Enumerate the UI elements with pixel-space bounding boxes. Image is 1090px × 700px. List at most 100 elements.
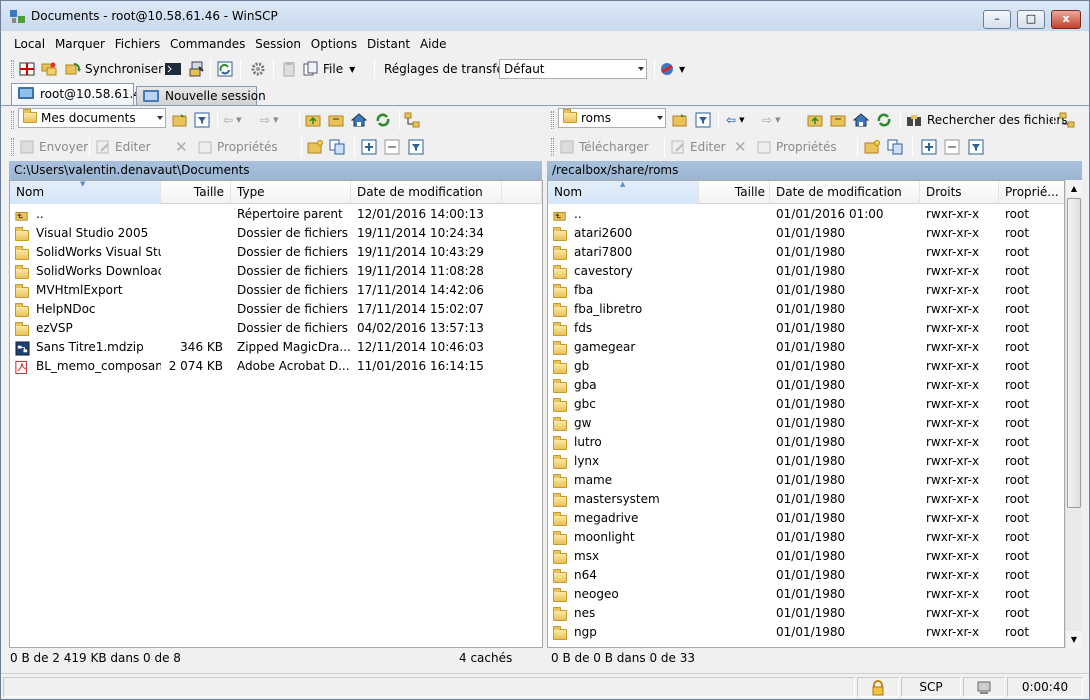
file-queue-button[interactable]: File ▼ (303, 59, 355, 79)
table-row[interactable]: mastersystem 01/01/1980 rwxr-xr-x root (548, 490, 1064, 509)
right-file-list[interactable]: Nom ▲ Taille Date de modification Droits … (547, 180, 1066, 648)
session-menu-button[interactable]: ▼ (659, 59, 685, 79)
right-parent-dir-button[interactable] (807, 110, 823, 130)
left-filter-select-button[interactable] (408, 137, 424, 157)
table-row[interactable]: ezVSP Dossier de fichiers 04/02/2016 13:57… (10, 319, 542, 338)
menu-distant[interactable]: Distant (364, 34, 413, 54)
table-row[interactable]: HelpNDoc Dossier de fichiers 17/11/2014 15… (10, 300, 542, 319)
right-filter-select-button[interactable] (968, 137, 984, 157)
right-tree-button[interactable] (1059, 110, 1075, 130)
left-open-folder-button[interactable] (172, 110, 188, 130)
menu-aide[interactable]: Aide (417, 34, 450, 54)
left-parent-dir-button[interactable] (305, 110, 321, 130)
left-new-folder-button[interactable] (307, 137, 323, 157)
table-row[interactable]: .. Répertoire parent 12/01/2016 14:00:13 (10, 205, 542, 224)
table-row[interactable]: ngp 01/01/1980 rwxr-xr-x root (548, 623, 1064, 642)
right-forward-button[interactable]: ⇨ ▼ (762, 110, 780, 130)
table-row[interactable]: fba 01/01/1980 rwxr-xr-x root (548, 281, 1064, 300)
left-properties-button[interactable]: Propriétés (197, 137, 278, 157)
left-col-type[interactable]: Type (231, 181, 351, 204)
right-col-rights[interactable]: Droits (920, 181, 999, 204)
right-filter-button[interactable] (695, 110, 711, 130)
scroll-down-arrow-icon[interactable]: ▼ (1066, 631, 1082, 648)
left-delete-button[interactable]: ✕ (175, 137, 188, 157)
left-refresh-button[interactable] (375, 110, 391, 130)
compare-directories-button[interactable] (19, 59, 35, 79)
table-row[interactable]: gamegear 01/01/1980 rwxr-xr-x root (548, 338, 1064, 357)
close-button[interactable]: x (1051, 10, 1081, 29)
table-row[interactable]: gb 01/01/1980 rwxr-xr-x root (548, 357, 1064, 376)
right-open-folder-button[interactable] (672, 110, 688, 130)
table-row[interactable]: fds 01/01/1980 rwxr-xr-x root (548, 319, 1064, 338)
menu-commandes[interactable]: Commandes (167, 34, 248, 54)
upload-button[interactable]: Envoyer (19, 137, 88, 157)
console-button[interactable] (165, 59, 181, 79)
table-row[interactable]: atari2600 01/01/1980 rwxr-xr-x root (548, 224, 1064, 243)
right-delete-button[interactable]: ✕ (734, 137, 747, 157)
right-select-button[interactable] (921, 137, 937, 157)
left-col-size[interactable]: Taille (161, 181, 231, 204)
left-select-button[interactable] (361, 137, 377, 157)
right-root-dir-button[interactable] (830, 110, 846, 130)
table-row[interactable]: gba 01/01/1980 rwxr-xr-x root (548, 376, 1064, 395)
clipboard-button[interactable] (281, 59, 297, 79)
menu-fichiers[interactable]: Fichiers (112, 34, 163, 54)
left-edit-button[interactable]: Editer (95, 137, 151, 157)
left-path-bar[interactable]: C:\Users\valentin.denavaut\Documents (9, 161, 542, 180)
table-row[interactable]: Sans Titre1.mdzip 346 KB Zipped MagicDra..… (10, 338, 542, 357)
table-row[interactable]: megadrive 01/01/1980 rwxr-xr-x root (548, 509, 1064, 528)
tab-new-session[interactable]: Nouvelle session (136, 86, 266, 105)
sync-browse-button[interactable] (41, 59, 57, 79)
right-home-button[interactable] (853, 110, 869, 130)
find-files-button[interactable]: Rechercher des fichiers (906, 110, 1068, 130)
table-row[interactable]: BL_memo_composan... 2 074 KB Adobe Acrobat… (10, 357, 542, 376)
left-back-button[interactable]: ⇦ ▼ (223, 110, 241, 130)
left-filter-button[interactable] (194, 110, 210, 130)
table-row[interactable]: gw 01/01/1980 rwxr-xr-x root (548, 414, 1064, 433)
tab-session-root[interactable]: root@10.58.61.46 (11, 83, 149, 105)
table-row[interactable]: cavestory 01/01/1980 rwxr-xr-x root (548, 262, 1064, 281)
right-edit-button[interactable]: Editer (670, 137, 726, 157)
right-path-bar[interactable]: /recalbox/share/roms (547, 161, 1082, 180)
left-tree-button[interactable] (404, 110, 420, 130)
table-row[interactable]: SolidWorks Visual Stu... Dossier de fichi… (10, 243, 542, 262)
refresh-session-button[interactable] (217, 59, 233, 79)
right-new-folder-button[interactable] (864, 137, 880, 157)
table-row[interactable]: n64 01/01/1980 rwxr-xr-x root (548, 566, 1064, 585)
minimize-button[interactable]: – (983, 10, 1011, 29)
left-file-list[interactable]: Nom ▼ Taille Type Date de modification ..… (9, 180, 543, 648)
right-location-select[interactable]: roms (558, 108, 666, 128)
left-unselect-button[interactable] (384, 137, 400, 157)
right-copy-button[interactable] (887, 137, 903, 157)
table-row[interactable]: neogeo 01/01/1980 rwxr-xr-x root (548, 585, 1064, 604)
right-refresh-button[interactable] (876, 110, 892, 130)
table-row[interactable]: moonlight 01/01/1980 rwxr-xr-x root (548, 528, 1064, 547)
download-button[interactable]: Télécharger (559, 137, 649, 157)
left-location-select[interactable]: Mes documents (18, 108, 166, 128)
right-properties-button[interactable]: Propriétés (756, 137, 837, 157)
menu-session[interactable]: Session (252, 34, 304, 54)
table-row[interactable]: fba_libretro 01/01/1980 rwxr-xr-x root (548, 300, 1064, 319)
scroll-up-arrow-icon[interactable]: ▲ (1066, 180, 1082, 197)
menu-local[interactable]: Local (11, 34, 48, 54)
right-vertical-scrollbar[interactable]: ▲ ▼ (1065, 180, 1082, 648)
table-row[interactable]: SolidWorks Downloads Dossier de fichiers 1… (10, 262, 542, 281)
table-row[interactable]: msx 01/01/1980 rwxr-xr-x root (548, 547, 1064, 566)
right-col-size[interactable]: Taille (699, 181, 770, 204)
left-home-button[interactable] (351, 110, 367, 130)
right-col-name[interactable]: Nom ▲ (548, 181, 699, 204)
left-col-date[interactable]: Date de modification (351, 181, 502, 204)
synchronize-button[interactable]: Synchroniser (65, 59, 163, 79)
table-row[interactable]: gbc 01/01/1980 rwxr-xr-x root (548, 395, 1064, 414)
menu-marquer[interactable]: Marquer (52, 34, 108, 54)
table-row[interactable]: lynx 01/01/1980 rwxr-xr-x root (548, 452, 1064, 471)
table-row[interactable]: MVHtmlExport Dossier de fichiers 17/11/201… (10, 281, 542, 300)
table-row[interactable]: nes 01/01/1980 rwxr-xr-x root (548, 604, 1064, 623)
table-row[interactable]: Visual Studio 2005 Dossier de fichiers 19/… (10, 224, 542, 243)
left-col-name[interactable]: Nom ▼ (10, 181, 161, 204)
left-copy-button[interactable] (329, 137, 345, 157)
transfer-settings-select[interactable]: Défaut (499, 59, 647, 79)
left-forward-button[interactable]: ⇨ ▼ (260, 110, 278, 130)
table-row[interactable]: atari7800 01/01/1980 rwxr-xr-x root (548, 243, 1064, 262)
maximize-button[interactable]: □ (1017, 10, 1045, 29)
